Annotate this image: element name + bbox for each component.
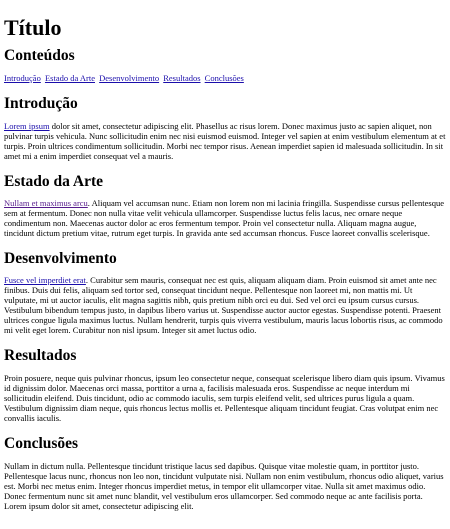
section-heading: Conclusões [4, 435, 79, 452]
page-title: Título [4, 15, 62, 40]
inline-link[interactable]: Nullam et maximus arcu [4, 198, 88, 208]
paragraph-text: dolor sit amet, consectetur adipiscing e… [4, 121, 446, 161]
section-paragraph: Nullam et maximus arcu. Aliquam vel accu… [4, 198, 446, 238]
section-heading: Resultados [4, 347, 77, 364]
section-introducao: Introdução Lorem ipsum dolor sit amet, c… [4, 95, 446, 161]
toc-link-desenvolvimento[interactable]: Desenvolvimento [99, 73, 159, 83]
toc-links: Introdução Estado da Arte Desenvolviment… [4, 73, 446, 83]
section-paragraph: Proin posuere, neque quis pulvinar rhonc… [4, 373, 445, 423]
section-conclusoes: Conclusões Nullam in dictum nulla. Pelle… [4, 435, 446, 511]
toc-link-introducao[interactable]: Introdução [4, 73, 41, 83]
section-estado-da-arte: Estado da Arte Nullam et maximus arcu. A… [4, 173, 446, 238]
toc-heading: Conteúdos [4, 47, 75, 64]
table-of-contents: Conteúdos Introdução Estado da Arte Dese… [4, 47, 446, 83]
section-paragraph: Lorem ipsum dolor sit amet, consectetur … [4, 121, 446, 161]
section-heading: Desenvolvimento [4, 250, 117, 267]
section-paragraph: Nullam in dictum nulla. Pellentesque tin… [4, 461, 444, 511]
document-page: Título Conteúdos Introdução Estado da Ar… [0, 15, 450, 512]
toc-link-resultados[interactable]: Resultados [163, 73, 200, 83]
section-desenvolvimento: Desenvolvimento Fusce vel imperdiet erat… [4, 250, 446, 335]
section-paragraph: Fusce vel imperdiet erat. Curabitur sem … [4, 275, 446, 335]
section-resultados: Resultados Proin posuere, neque quis pul… [4, 347, 446, 423]
inline-link[interactable]: Lorem ipsum [4, 121, 50, 131]
toc-link-conclusoes[interactable]: Conclusões [205, 73, 244, 83]
section-heading: Estado da Arte [4, 173, 104, 190]
section-heading: Introdução [4, 95, 78, 112]
inline-link[interactable]: Fusce vel imperdiet erat [4, 275, 86, 285]
toc-link-estado-da-arte[interactable]: Estado da Arte [45, 73, 95, 83]
